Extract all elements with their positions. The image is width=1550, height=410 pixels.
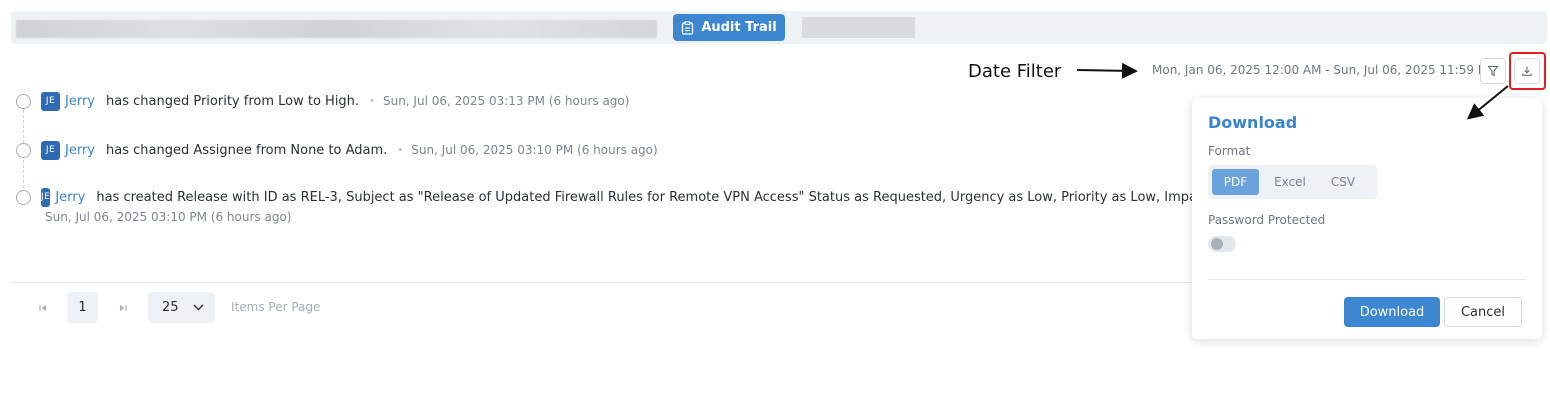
format-label: Format bbox=[1208, 144, 1251, 158]
filter-icon bbox=[1487, 66, 1499, 77]
activity-timestamp: Sun, Jul 06, 2025 03:10 PM (6 hours ago) bbox=[411, 143, 658, 157]
pagination-divider bbox=[11, 282, 1197, 283]
popover-divider bbox=[1208, 279, 1526, 280]
timeline-item: JE Jerry has created Release with ID as … bbox=[16, 186, 1192, 208]
popover-title: Download bbox=[1208, 113, 1298, 132]
activity-message: has changed Priority from Low to High. bbox=[106, 93, 360, 109]
tab-audit-trail[interactable]: Audit Trail bbox=[673, 14, 785, 41]
user-link[interactable]: Jerry bbox=[55, 190, 85, 205]
tab-audit-trail-label: Audit Trail bbox=[701, 20, 777, 35]
last-page-icon bbox=[120, 305, 127, 311]
current-page[interactable]: 1 bbox=[67, 292, 98, 323]
activity-message: has created Release with ID as REL-3, Su… bbox=[96, 189, 1192, 205]
timeline-dot bbox=[16, 142, 31, 158]
date-filter-annotation: Date Filter bbox=[968, 61, 1062, 82]
avatar: JE bbox=[41, 140, 60, 160]
confirm-download-button[interactable]: Download bbox=[1344, 297, 1440, 327]
activity-timestamp: Sun, Jul 06, 2025 03:10 PM (6 hours ago) bbox=[45, 210, 292, 224]
page-size-select[interactable]: 25 bbox=[148, 292, 215, 323]
page-size-value: 25 bbox=[162, 300, 179, 315]
clipboard-icon bbox=[682, 20, 694, 35]
redacted-tabs bbox=[16, 20, 657, 38]
first-page-button[interactable] bbox=[35, 300, 51, 316]
items-per-page-label: Items Per Page bbox=[231, 300, 321, 314]
avatar: JE bbox=[41, 91, 60, 111]
date-filter-arrow bbox=[1076, 62, 1138, 79]
separator-dot: • bbox=[397, 144, 404, 156]
user-link[interactable]: Jerry bbox=[65, 143, 95, 158]
separator-dot: • bbox=[369, 95, 375, 107]
download-popover: Download Format PDF Excel CSV Password P… bbox=[1192, 98, 1542, 339]
format-option-pdf[interactable]: PDF bbox=[1212, 169, 1259, 195]
filter-button[interactable] bbox=[1480, 58, 1506, 84]
download-icon bbox=[1522, 66, 1532, 76]
activity-timestamp: Sun, Jul 06, 2025 03:13 PM (6 hours ago) bbox=[382, 94, 630, 108]
first-page-icon bbox=[39, 305, 46, 311]
toggle-knob bbox=[1211, 238, 1223, 250]
password-protected-label: Password Protected bbox=[1208, 213, 1326, 227]
chevron-down-icon bbox=[193, 304, 204, 311]
redacted-tab bbox=[802, 17, 915, 38]
download-button[interactable] bbox=[1514, 58, 1540, 84]
password-protected-toggle[interactable] bbox=[1208, 236, 1236, 252]
avatar: JE bbox=[41, 187, 51, 207]
date-range-filter[interactable]: Mon, Jan 06, 2025 12:00 AM - Sun, Jul 06… bbox=[1152, 63, 1495, 77]
timeline-dot bbox=[16, 93, 31, 109]
timeline-item: JE Jerry has changed Assignee from None … bbox=[16, 139, 658, 161]
activity-message: has changed Assignee from None to Adam. bbox=[106, 142, 388, 158]
format-option-csv[interactable]: CSV bbox=[1322, 169, 1364, 195]
last-page-button[interactable] bbox=[115, 300, 131, 316]
timeline-item: JE Jerry has changed Priority from Low t… bbox=[16, 90, 629, 112]
format-option-excel[interactable]: Excel bbox=[1268, 169, 1312, 195]
format-selector: PDF Excel CSV bbox=[1208, 165, 1377, 199]
cancel-button[interactable]: Cancel bbox=[1444, 297, 1522, 327]
user-link[interactable]: Jerry bbox=[65, 94, 95, 109]
timeline-dot bbox=[16, 189, 31, 205]
